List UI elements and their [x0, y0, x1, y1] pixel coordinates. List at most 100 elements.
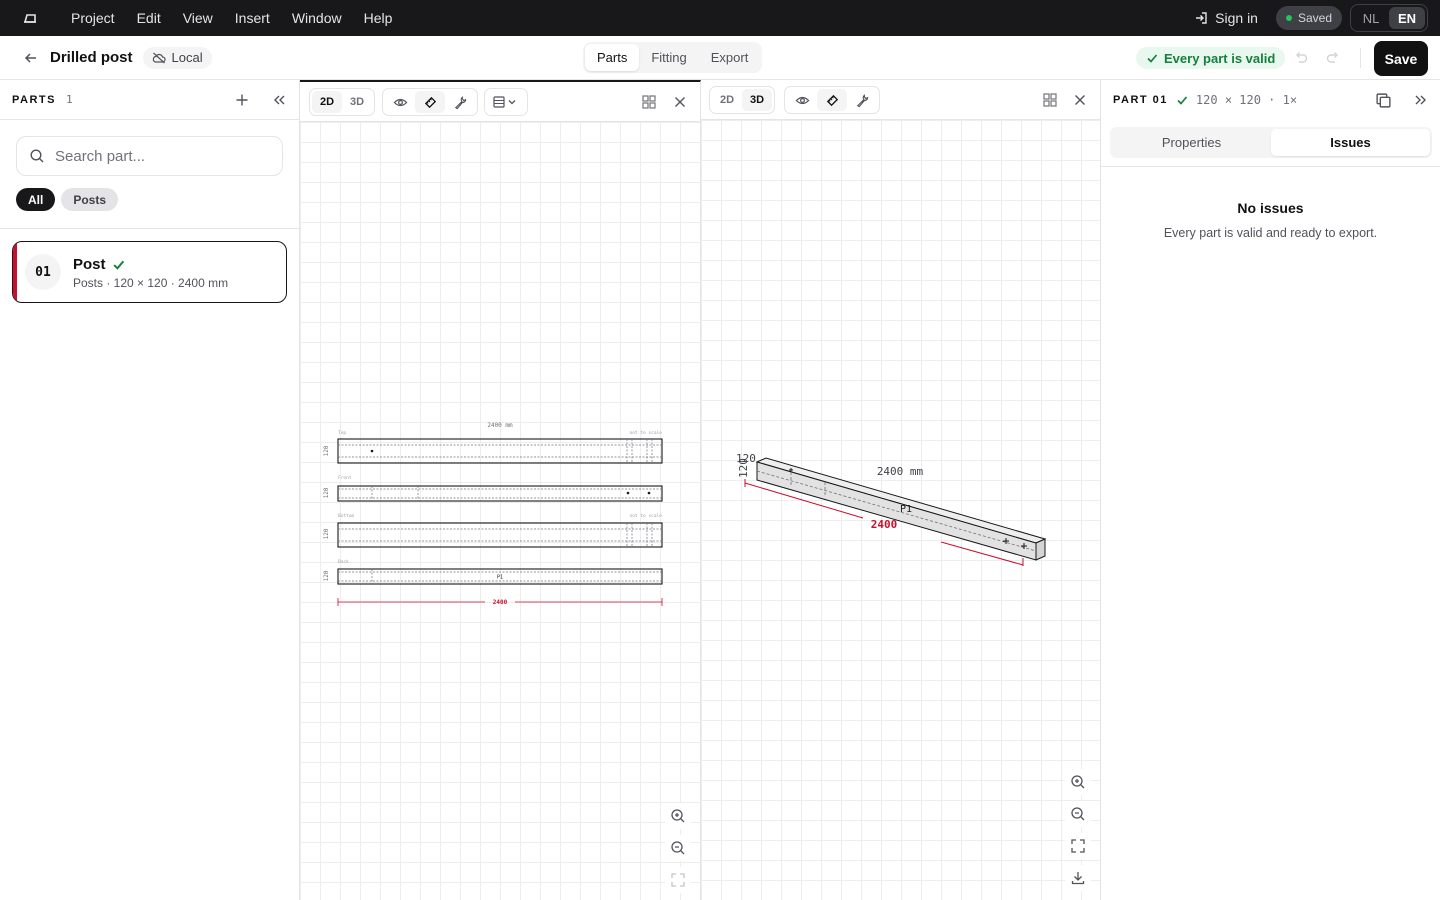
thickness-front: 120 [323, 487, 330, 498]
zoom-out-button-2d[interactable] [665, 835, 691, 861]
tab-export[interactable]: Export [699, 44, 761, 71]
eye-icon[interactable] [385, 91, 415, 113]
storage-label: Local [171, 50, 203, 65]
tab-properties[interactable]: Properties [1112, 129, 1271, 156]
inspector-tabs: Properties Issues [1110, 127, 1432, 158]
view-name-top: Top [338, 430, 346, 436]
thickness-3d-b: 120 [737, 458, 750, 478]
layers-dropdown[interactable] [484, 88, 528, 116]
header-divider [1360, 48, 1361, 68]
mode-2d-button[interactable]: 2D [312, 91, 342, 113]
part-item[interactable]: 01 Post Posts · 120 × 120 · 2400 mm [12, 241, 287, 303]
zoom-out-icon [1071, 807, 1085, 821]
part-name: Post [73, 256, 106, 273]
display-tools-3d [784, 86, 880, 114]
download-icon [1071, 872, 1085, 885]
part-meta: Posts · 120 × 120 · 2400 mm [73, 276, 229, 290]
fit-view-button-2d[interactable] [665, 867, 691, 893]
viewport-2d[interactable]: 2D 3D 2400 mm Top not to scale 120 Front… [300, 80, 701, 900]
ruler-icon[interactable] [415, 91, 445, 113]
parts-header: PARTS 1 [0, 80, 299, 120]
filter-all[interactable]: All [16, 188, 56, 211]
part-name-row: Post [73, 256, 125, 273]
fit-view-button-3d[interactable] [1065, 833, 1091, 859]
menu-edit[interactable]: Edit [126, 0, 172, 36]
view-name-front: Front [338, 475, 352, 481]
sign-in-label: Sign in [1215, 10, 1258, 26]
tab-issues[interactable]: Issues [1271, 129, 1430, 156]
view-mode-switch-2d: 2D 3D [309, 88, 375, 116]
back-button[interactable] [0, 36, 40, 80]
grid-layout-icon[interactable] [641, 94, 657, 110]
collapse-left-icon[interactable] [271, 92, 287, 108]
post-end-face [1035, 538, 1046, 561]
menu-project[interactable]: Project [60, 0, 126, 36]
view-top-outline [337, 438, 663, 464]
parts-sidebar: PARTS 1 All Posts 01 Post Posts · 120 × … [0, 80, 300, 900]
zoom-out-button-3d[interactable] [1065, 801, 1091, 827]
viewport-3d[interactable]: 2D 3D 120 120 2400 mm P1 2400 [701, 80, 1101, 900]
tab-fitting[interactable]: Fitting [639, 44, 698, 71]
display-tools-2d [382, 88, 478, 116]
filter-posts[interactable]: Posts [61, 188, 119, 211]
app-logo-icon[interactable] [0, 12, 60, 24]
inspector-dimensions: 120 × 120 · 1× [1195, 93, 1298, 107]
lang-nl[interactable]: NL [1353, 7, 1389, 29]
duplicate-icon[interactable] [1375, 92, 1392, 109]
menu-view[interactable]: View [172, 0, 224, 36]
inspector-divider [1101, 166, 1440, 167]
tab-parts[interactable]: Parts [585, 44, 640, 71]
save-button[interactable]: Save [1374, 41, 1428, 76]
view-bottom-outline [337, 522, 663, 548]
valid-check-icon [112, 260, 124, 270]
redo-icon[interactable] [1324, 48, 1342, 66]
view-note-top: not to scale [629, 430, 662, 436]
validation-label: Every part is valid [1164, 50, 1276, 66]
undo-icon[interactable] [1292, 48, 1310, 66]
validation-badge: Every part is valid [1136, 47, 1286, 69]
language-switch: NL EN [1350, 4, 1428, 32]
zoom-in-button-2d[interactable] [665, 803, 691, 829]
collapse-right-icon[interactable] [1413, 92, 1429, 108]
project-header: Drilled post Local Parts Fitting Export … [0, 36, 1440, 80]
dim-total-3d: 2400 [871, 518, 898, 531]
part-label-3d: P1 [900, 504, 912, 515]
wrench-icon[interactable] [847, 89, 877, 111]
drawing-3d: 120 120 2400 mm P1 2400 [736, 452, 1047, 566]
mode-tabs: Parts Fitting Export [583, 42, 763, 73]
menu-insert[interactable]: Insert [224, 0, 281, 36]
zoom-in-button-3d[interactable] [1065, 769, 1091, 795]
close-icon[interactable] [672, 94, 688, 110]
plus-icon[interactable] [234, 92, 250, 108]
download-button-3d[interactable] [1065, 865, 1091, 891]
sign-in-button[interactable]: Sign in [1184, 10, 1276, 26]
ruler-icon[interactable] [817, 89, 847, 111]
mode-3d-button[interactable]: 3D [342, 91, 372, 113]
search-input[interactable] [55, 147, 265, 165]
zoom-out-icon [671, 841, 685, 855]
part-number: 01 [25, 254, 61, 290]
close-icon[interactable] [1072, 92, 1088, 108]
mode-3d-button[interactable]: 3D [742, 89, 772, 111]
fullscreen-icon [671, 873, 685, 887]
wrench-icon[interactable] [445, 91, 475, 113]
grid-layout-icon[interactable] [1042, 92, 1058, 108]
saved-badge: Saved [1275, 6, 1342, 30]
viewport-3d-toolbar: 2D 3D [701, 80, 1100, 120]
project-title[interactable]: Drilled post [50, 49, 133, 66]
menu-window[interactable]: Window [281, 0, 353, 36]
mode-2d-button[interactable]: 2D [712, 89, 742, 111]
menu-help[interactable]: Help [353, 0, 404, 36]
view-note-bottom: not to scale [629, 513, 662, 519]
part-color-bar [13, 242, 17, 302]
search-icon [30, 149, 44, 163]
inspector-panel: PART 01 120 × 120 · 1× Properties Issues… [1101, 80, 1440, 900]
lang-en[interactable]: EN [1389, 7, 1425, 29]
view-front-outline [337, 485, 663, 502]
fullscreen-icon [1071, 839, 1085, 853]
valid-check-icon [1177, 96, 1188, 105]
length-label-3d: 2400 mm [877, 465, 924, 478]
sidebar-divider [0, 228, 300, 229]
eye-icon[interactable] [787, 89, 817, 111]
storage-badge[interactable]: Local [142, 46, 212, 69]
